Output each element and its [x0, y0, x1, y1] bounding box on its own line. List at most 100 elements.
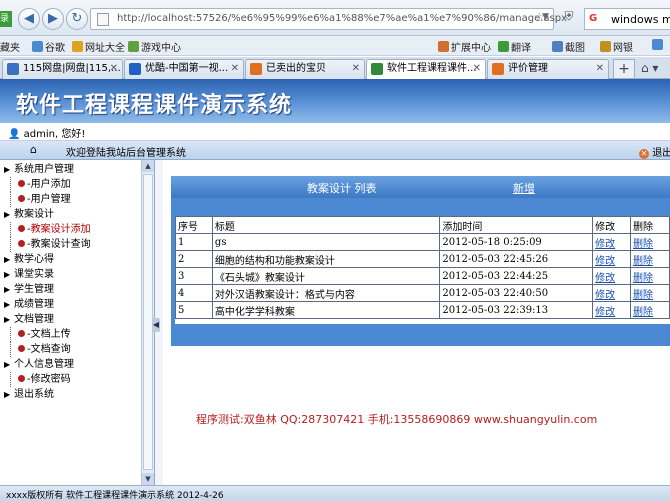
nav-group[interactable]: ▶ 教学心得	[4, 252, 140, 267]
logout-button[interactable]: ✕ 退出	[639, 144, 670, 159]
home-icon[interactable]: ⌂	[30, 143, 37, 156]
browser-tab[interactable]: 优酷-中国第一视... ✕	[124, 59, 244, 79]
bookmark-item[interactable]: 截图	[552, 39, 585, 54]
reload-button[interactable]: ↻	[66, 8, 88, 30]
search-input[interactable]: G windows med	[584, 8, 670, 30]
delete-link[interactable]: 删除	[633, 273, 653, 284]
edit-link[interactable]: 修改	[595, 290, 615, 301]
nav-subitem[interactable]: -用户管理	[4, 192, 140, 207]
add-new-link[interactable]: 新增	[513, 180, 535, 196]
browser-tab[interactable]: 已卖出的宝贝 ✕	[245, 59, 365, 79]
tab-label: 115网盘|网盘|115,...	[23, 63, 121, 74]
header-time: 添加时间	[439, 216, 594, 234]
bookmark-item[interactable]: 翻译	[498, 39, 531, 54]
expand-arrow-icon: ▶	[4, 300, 11, 309]
tree-guide-line	[10, 192, 11, 207]
cell-no: 5	[175, 301, 213, 319]
star-icon[interactable]: ☆	[534, 10, 545, 24]
nav-group[interactable]: ▶ 课堂实录	[4, 267, 140, 282]
logout-label: 退出	[652, 148, 670, 159]
footer-credit: 程序测试:双鱼林 QQ:287307421 手机:13558690869 www…	[196, 413, 598, 426]
expand-arrow-icon: ▶	[4, 360, 11, 369]
bookmark-item[interactable]	[652, 39, 665, 52]
nav-group[interactable]: ▶ 系统用户管理	[4, 162, 140, 177]
nav-label: 文档管理	[14, 314, 54, 325]
forward-button[interactable]: ▶	[42, 8, 64, 30]
close-tab-icon[interactable]: ✕	[352, 60, 360, 78]
bookmark-item[interactable]: 网址大全	[72, 39, 125, 54]
delete-link[interactable]: 删除	[633, 256, 653, 267]
scroll-up-icon[interactable]: ▲	[142, 160, 154, 172]
shield-icon[interactable]: ⛨	[560, 9, 578, 27]
bookmark-item[interactable]: 扩展中心	[438, 39, 491, 54]
table-header-row: 序号 标题 添加时间 修改 删除	[175, 216, 670, 234]
bookmark-label: 谷歌	[45, 43, 65, 54]
bookmark-item[interactable]: 网银	[600, 39, 633, 54]
delete-link[interactable]: 删除	[633, 290, 653, 301]
cell-del: 删除	[630, 250, 670, 268]
nav-subitem[interactable]: -文档查询	[4, 342, 140, 357]
collapse-sidebar-icon[interactable]: ◀	[152, 318, 160, 332]
cell-no: 4	[175, 284, 213, 302]
tree-guide-line	[10, 327, 11, 342]
bookmark-item[interactable]: 谷歌	[32, 39, 65, 54]
home-button[interactable]: ⌂ ▾	[638, 59, 668, 79]
back-button[interactable]: ◀	[18, 8, 40, 30]
cell-title: 《石头城》教案设计	[211, 267, 441, 285]
nav-label: 文档上传	[30, 329, 71, 340]
search-text: windows med	[611, 13, 670, 26]
address-bar[interactable]: http://localhost:57526/%e6%95%99%e6%a1%8…	[90, 8, 567, 30]
bookmark-icon	[498, 41, 509, 52]
bookmark-label: 翻译	[511, 43, 531, 54]
nav-group[interactable]: ▶ 教案设计	[4, 207, 140, 222]
browser-tab[interactable]: 软件工程课程课件... ✕	[366, 59, 486, 80]
nav-group[interactable]: ▶ 文档管理	[4, 312, 140, 327]
browser-tab[interactable]: 115网盘|网盘|115,... ✕	[2, 59, 123, 79]
close-tab-icon[interactable]: ✕	[596, 60, 604, 78]
nav-subitem[interactable]: -教案设计添加	[4, 222, 140, 237]
edit-link[interactable]: 修改	[595, 256, 615, 267]
nav-subitem[interactable]: -教案设计查询	[4, 237, 140, 252]
cell-time: 2012-05-03 22:44:25	[439, 267, 594, 285]
bullet-icon	[18, 345, 25, 352]
nav-subitem[interactable]: -文档上传	[4, 327, 140, 342]
nav-label: 教案设计添加	[30, 224, 91, 235]
close-tab-icon[interactable]: ✕	[231, 60, 239, 78]
header-delete: 删除	[630, 216, 670, 234]
nav-group[interactable]: ▶ 学生管理	[4, 282, 140, 297]
new-tab-button[interactable]: +	[613, 59, 635, 79]
bookmark-item[interactable]: 藏夹	[0, 39, 20, 54]
cell-del: 删除	[630, 301, 670, 319]
delete-link[interactable]: 删除	[633, 307, 653, 318]
tree-guide-line	[10, 372, 11, 387]
edit-link[interactable]: 修改	[595, 273, 615, 284]
edit-link[interactable]: 修改	[595, 307, 615, 318]
close-tab-icon[interactable]: ✕	[473, 60, 481, 78]
nav-label: 课堂实录	[14, 269, 54, 280]
table-container: 序号 标题 添加时间 修改 删除 1 gs 2012-05-18 0:25:09 修改…	[175, 216, 670, 324]
nav-group[interactable]: ▶ 成绩管理	[4, 297, 140, 312]
delete-link[interactable]: 删除	[633, 239, 653, 250]
panel-header: 教案设计 列表 新增	[171, 176, 670, 198]
cell-title: 细胞的结构和功能教案设计	[211, 250, 441, 268]
lesson-plan-table: 序号 标题 添加时间 修改 删除 1 gs 2012-05-18 0:25:09 修改…	[175, 216, 670, 319]
nav-subitem[interactable]: -用户添加	[4, 177, 140, 192]
login-side-tab[interactable]: 录	[0, 11, 12, 27]
tab-label: 评价管理	[508, 63, 548, 74]
expand-arrow-icon: ▶	[4, 270, 11, 279]
scroll-down-icon[interactable]: ▼	[142, 473, 154, 485]
nav-group[interactable]: ▶ 个人信息管理	[4, 357, 140, 372]
cell-edit: 修改	[592, 267, 632, 285]
table-row: 2 细胞的结构和功能教案设计 2012-05-03 22:45:26 修改 删除	[175, 250, 670, 268]
nav-label: 教案设计	[14, 209, 54, 220]
page-icon	[97, 13, 109, 26]
close-tab-icon[interactable]: ✕	[110, 60, 118, 78]
bookmark-item[interactable]: 游戏中心	[128, 39, 181, 54]
nav-group[interactable]: ▶ 退出系统	[4, 387, 140, 402]
edit-link[interactable]: 修改	[595, 239, 615, 250]
tab-bar: 115网盘|网盘|115,... ✕ 优酷-中国第一视... ✕ 已卖出的宝贝 ✕ 软件工程…	[0, 57, 670, 80]
cell-title: gs	[211, 233, 441, 251]
bookmarks-bar: 藏夹 谷歌 网址大全 游戏中心 扩展中心 翻译 截图 网银	[0, 36, 670, 56]
browser-tab[interactable]: 评价管理 ✕	[487, 59, 609, 79]
nav-subitem[interactable]: -修改密码	[4, 372, 140, 387]
